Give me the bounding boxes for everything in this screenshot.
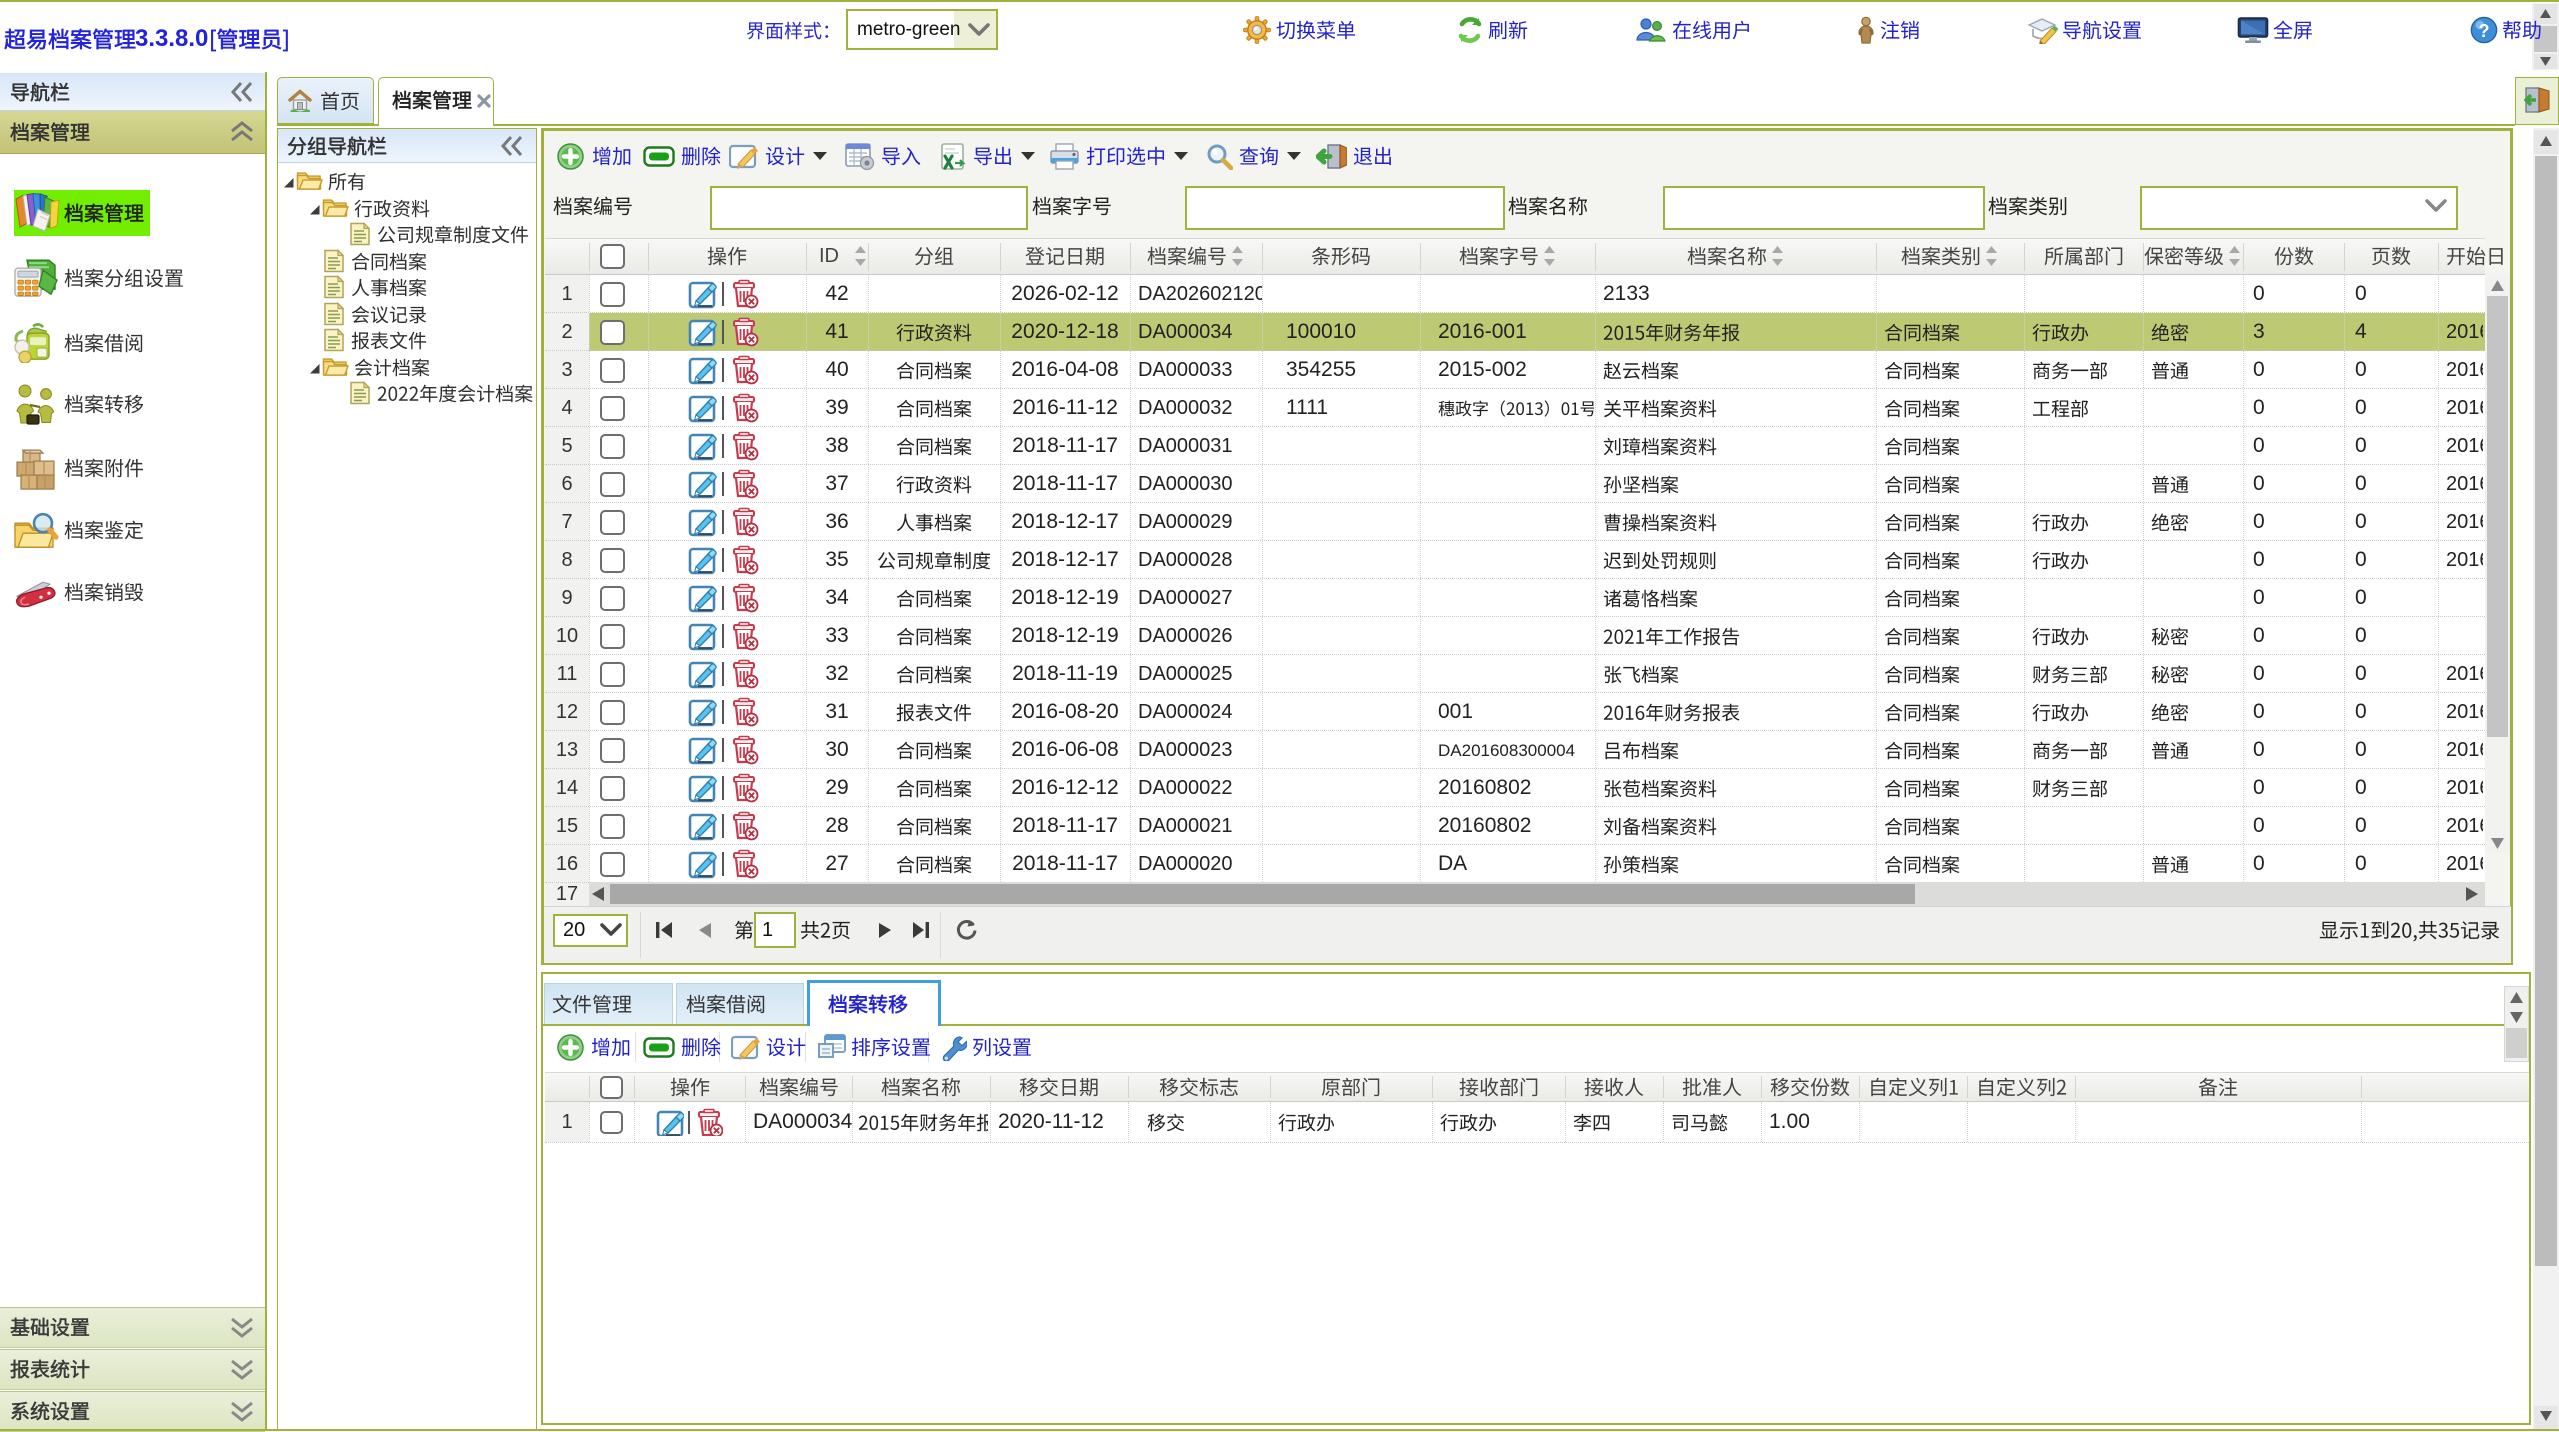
svg-text:?: ? [2479, 21, 2490, 41]
